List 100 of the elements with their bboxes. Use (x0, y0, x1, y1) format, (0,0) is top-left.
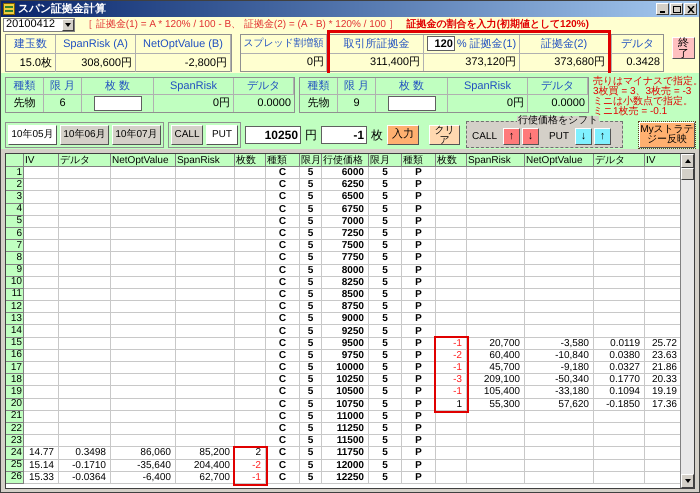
table-cell: 0.0380 (594, 350, 645, 362)
table-cell (59, 264, 111, 277)
table-cell: 5 (369, 362, 402, 374)
quantity-input[interactable]: -1 (321, 126, 367, 144)
shift-button[interactable]: ↑ (503, 128, 520, 145)
table-cell (594, 216, 645, 228)
table-cell (594, 447, 645, 460)
row-number: 6 (16, 228, 22, 239)
table-cell (594, 410, 645, 423)
table-cell: 6500 (322, 191, 369, 204)
maximize-button[interactable] (670, 3, 683, 15)
month-button[interactable]: 10年06月 (60, 124, 109, 144)
table-cell: P (402, 240, 436, 252)
table-cell (176, 167, 235, 180)
shift-button[interactable]: ↓ (575, 128, 592, 145)
table-cell: 62,700 (176, 472, 235, 484)
table-cell: 5 (369, 204, 402, 216)
minimize-button[interactable] (656, 3, 669, 15)
strategy-button[interactable]: Myストラテジー反映 (639, 122, 695, 148)
futures-type: 先物 (14, 96, 36, 112)
table-cell: -3 (436, 374, 467, 386)
table-cell (235, 422, 266, 436)
option-type-button[interactable]: PUT (206, 124, 238, 144)
option-type-button[interactable]: CALL (171, 124, 203, 144)
exit-button[interactable]: 終了 (672, 37, 695, 59)
shift-button[interactable]: ↑ (594, 128, 612, 145)
clear-button[interactable]: クリア (429, 124, 460, 144)
table-cell (467, 288, 525, 302)
quantity-input[interactable] (388, 96, 436, 112)
table-cell (525, 228, 594, 240)
table-cell (235, 252, 266, 264)
table-cell (176, 338, 235, 350)
table-cell (24, 167, 59, 180)
table-cell (176, 264, 235, 277)
table-cell: 57,620 (525, 398, 594, 411)
month-button[interactable]: 10年07月 (112, 124, 161, 144)
table-cell (176, 216, 235, 228)
table-cell (111, 191, 176, 204)
table-cell (525, 204, 594, 216)
scroll-down-button[interactable] (681, 474, 694, 488)
scroll-up-button[interactable] (681, 154, 694, 168)
table-cell: 5 (300, 338, 322, 350)
date-dropdown[interactable]: 20100412 (3, 18, 75, 32)
column-header: 枚 数 (104, 78, 130, 94)
table-cell (176, 252, 235, 264)
table-cell: 5 (300, 276, 322, 289)
unit-label: 枚 (371, 126, 383, 144)
quantity-input[interactable] (94, 96, 142, 112)
group-legend: 行使価格をシフト (517, 116, 599, 126)
table-cell (235, 216, 266, 228)
table-cell (235, 386, 266, 399)
table-cell (59, 240, 111, 252)
month-button[interactable]: 10年05月 (8, 124, 57, 144)
table-cell: 5 (300, 216, 322, 228)
row-number: 8 (16, 252, 22, 263)
table-cell (525, 240, 594, 252)
table-cell: 6000 (322, 167, 369, 180)
table-cell (59, 374, 111, 386)
table-cell (525, 325, 594, 338)
table-cell (59, 216, 111, 228)
table-cell (436, 264, 467, 277)
close-button[interactable] (684, 3, 697, 15)
table-cell (176, 276, 235, 289)
table-cell: 5 (369, 264, 402, 277)
table-cell (111, 288, 176, 302)
summary-value: 308,600円 (81, 56, 132, 71)
table-cell: 5 (300, 472, 322, 484)
column-header: スプレッド割増額 (244, 36, 324, 52)
table-cell: 5 (300, 350, 322, 362)
table-cell: P (402, 447, 436, 460)
table-cell (24, 398, 59, 411)
highlight-frame (233, 446, 268, 486)
table-cell: 5 (300, 179, 322, 192)
table-cell: P (402, 288, 436, 302)
rate-input[interactable]: 120 (426, 36, 455, 52)
table-cell (235, 288, 266, 302)
table-cell: 5 (300, 398, 322, 411)
table-cell (59, 325, 111, 338)
scroll-thumb[interactable] (681, 168, 694, 180)
app-icon (3, 3, 15, 15)
table-cell: 2 (235, 447, 266, 460)
strike-input[interactable]: 10250 (245, 126, 301, 144)
table-cell: P (402, 301, 436, 314)
table-cell (525, 288, 594, 302)
enter-button[interactable]: 入力 (387, 124, 419, 144)
margin2-value: 373,680円 (554, 55, 605, 70)
table-cell (525, 410, 594, 423)
table-cell (525, 301, 594, 314)
table-cell (594, 276, 645, 289)
table-cell: C (266, 422, 300, 436)
column-header: 限 月 (50, 78, 76, 94)
table-cell: -0.1710 (59, 460, 111, 472)
table-cell (235, 398, 266, 411)
table-cell (436, 288, 467, 302)
table-cell (111, 313, 176, 326)
shift-button[interactable]: ↓ (522, 128, 540, 145)
scroll-up-icon (684, 159, 691, 163)
scrollbar[interactable] (680, 154, 694, 488)
row-number: 16 (10, 350, 22, 360)
table-cell: 5 (300, 204, 322, 216)
